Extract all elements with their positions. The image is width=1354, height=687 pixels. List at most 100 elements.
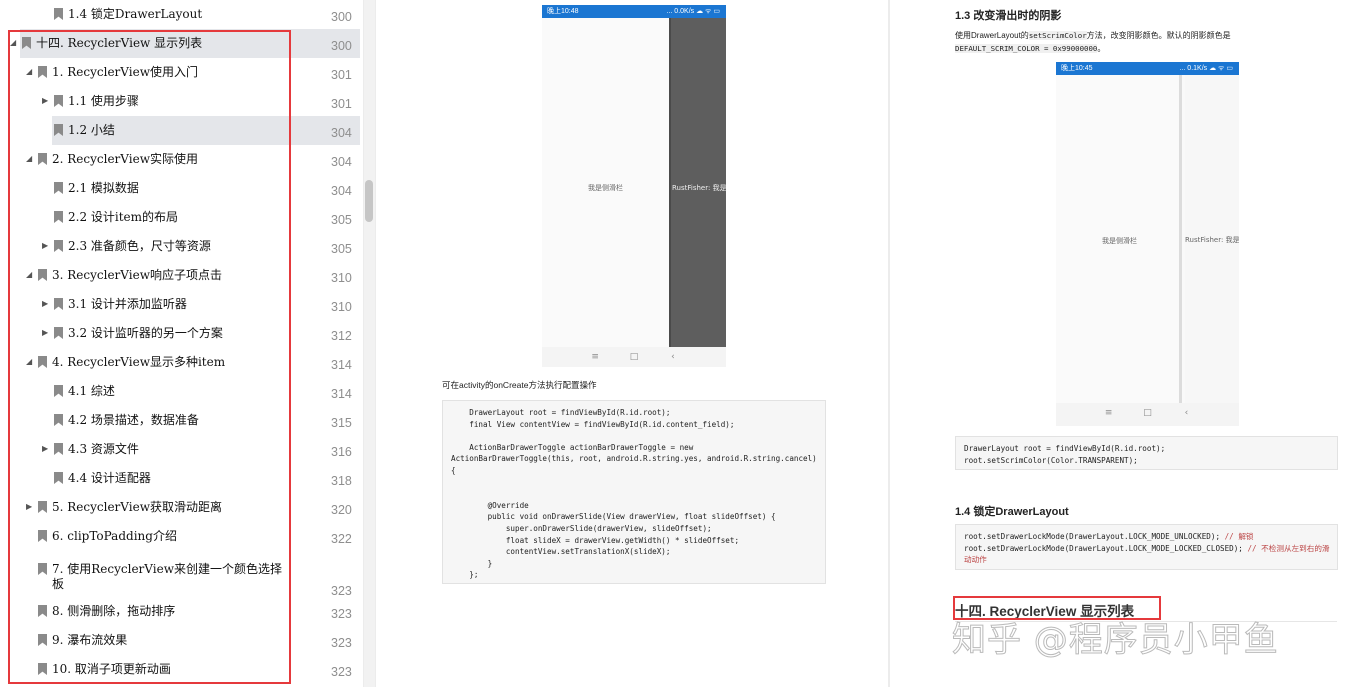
code-line: } xyxy=(451,558,493,568)
phone-status-bar: 晚上10:45 ... 0.1K/s ☁ ᯤ ▭ xyxy=(1056,62,1239,75)
outline-item-page: 312 xyxy=(331,329,352,343)
code-line: ActionBarDrawerToggle actionBarDrawerTog… xyxy=(451,442,694,452)
phone-content-text: RustFisher: 我是主 xyxy=(1185,236,1239,244)
outline-item[interactable]: ▶ 3.1 设计并添加监听器 310 xyxy=(0,290,360,319)
outline-item-page: 316 xyxy=(331,445,352,459)
outline-item[interactable]: 2.2 设计item的布局 305 xyxy=(0,203,360,232)
watermark-text: 知乎 @程序员小甲鱼 xyxy=(952,620,1279,661)
code-line: final View contentView = findViewById(R.… xyxy=(451,419,735,429)
expand-triangle-icon[interactable]: ◢ xyxy=(26,67,32,77)
outline-item-page: 323 xyxy=(331,665,352,679)
collapse-triangle-icon[interactable]: ▶ xyxy=(42,328,48,338)
outline-item-label: 4.2 场景描述，数据准备 xyxy=(68,413,199,427)
outline-item-label: 十四. RecyclerView 显示列表 xyxy=(36,36,203,50)
collapse-triangle-icon[interactable]: ▶ xyxy=(42,241,48,251)
outline-item[interactable]: 4.1 综述 314 xyxy=(0,377,360,406)
phone-time: 晚上10:45 xyxy=(1061,65,1093,72)
code-line: public void onDrawerSlide(View drawerVie… xyxy=(451,512,776,522)
outline-item-label: 4.1 综述 xyxy=(68,384,115,398)
outline-item[interactable]: ▶ 4.3 资源文件 316 xyxy=(0,435,360,464)
outline-item[interactable]: 4.4 设计适配器 318 xyxy=(0,464,360,493)
outline-item[interactable]: ▶ 3.2 设计监听器的另一个方案 312 xyxy=(0,319,360,348)
outline-item[interactable]: 4.2 场景描述，数据准备 315 xyxy=(0,406,360,435)
bookmark-icon xyxy=(54,472,63,484)
outline-item-page: 305 xyxy=(331,242,352,256)
outline-item-page: 323 xyxy=(331,584,352,598)
outline-item[interactable]: 1.4 锁定DrawerLayout 300 xyxy=(0,0,360,29)
expand-triangle-icon[interactable]: ◢ xyxy=(26,270,32,280)
outline-item[interactable]: 1.2 小结 304 xyxy=(52,116,360,145)
bookmark-icon xyxy=(38,356,47,368)
outline-scrollbar[interactable] xyxy=(364,0,375,687)
back-icon: ‹ xyxy=(671,352,675,362)
outline-item-page: 304 xyxy=(331,155,352,169)
caption-text: 可在activity的onCreate方法执行配置操作 xyxy=(442,380,597,390)
outline-item[interactable]: ◢ 3. RecyclerView响应子项点击 310 xyxy=(0,261,360,290)
outline-item[interactable]: 6. clipToPadding介绍 322 xyxy=(0,522,360,551)
code-line: super.onDrawerSlide(drawerView, slideOff… xyxy=(451,523,712,533)
outline-item-label: 5. RecyclerView获取滑动距离 xyxy=(52,500,222,514)
expand-triangle-icon[interactable]: ◢ xyxy=(10,38,16,48)
outline-item-page: 318 xyxy=(331,474,352,488)
outline-item-page: 301 xyxy=(331,97,352,111)
outline-item[interactable]: ◢ 2. RecyclerView实际使用 304 xyxy=(0,145,360,174)
outline-item[interactable]: ▶ 1.1 使用步骤 301 xyxy=(0,87,360,116)
inline-code: setScrimColor xyxy=(1028,31,1087,40)
home-icon: □ xyxy=(1143,408,1152,418)
outline-item-label: 2.2 设计item的布局 xyxy=(68,210,179,224)
phone-status-bar: 晚上10:48 ... 0.0K/s ☁ ᯤ ▭ xyxy=(542,5,726,18)
bookmark-icon xyxy=(22,37,31,49)
phone-nav-bar: ≡ □ ‹ xyxy=(1056,403,1239,426)
code-line: { xyxy=(451,465,456,475)
expand-triangle-icon[interactable]: ◢ xyxy=(26,357,32,367)
paragraph-text: 使用DrawerLayout的 xyxy=(955,31,1029,40)
bookmark-icon xyxy=(54,95,63,107)
collapse-triangle-icon[interactable]: ▶ xyxy=(42,444,48,454)
outline-item-label: 2.3 准备颜色，尺寸等资源 xyxy=(68,239,211,253)
outline-item[interactable]: 2.1 模拟数据 304 xyxy=(0,174,360,203)
code-block-lock-mode: root.setDrawerLockMode(DrawerLayout.LOCK… xyxy=(955,524,1338,570)
collapse-triangle-icon[interactable]: ▶ xyxy=(42,96,48,106)
inline-code: DEFAULT_SCRIM_COLOR = 0x99000000 xyxy=(955,44,1098,53)
outline-item[interactable]: ◢ 1. RecyclerView使用入门 301 xyxy=(0,58,360,87)
code-line: root.setScrimColor(Color.TRANSPARENT); xyxy=(964,455,1138,465)
collapse-triangle-icon[interactable]: ▶ xyxy=(42,299,48,309)
outline-item-page: 323 xyxy=(331,636,352,650)
code-line: DrawerLayout root = findViewById(R.id.ro… xyxy=(964,444,1166,453)
bookmark-icon xyxy=(38,66,47,78)
code-block-scrim: DrawerLayout root = findViewById(R.id.ro… xyxy=(955,436,1338,470)
outline-item-page: 301 xyxy=(331,68,352,82)
outline-item[interactable]: 9. 瀑布流效果 323 xyxy=(0,626,360,655)
outline-item-label: 9. 瀑布流效果 xyxy=(52,633,128,647)
bookmark-icon xyxy=(54,385,63,397)
outline-item[interactable]: ◢ 4. RecyclerView显示多种item 314 xyxy=(0,348,360,377)
code-line: float slideX = drawerView.getWidth() * s… xyxy=(451,535,740,545)
outline-item[interactable]: 7. 使用RecyclerView来创建一个颜色选择板 323 xyxy=(0,553,360,598)
collapse-triangle-icon[interactable]: ▶ xyxy=(26,502,32,512)
outline-item[interactable]: ◢ 十四. RecyclerView 显示列表 300 xyxy=(10,29,360,58)
code-block-drawer-toggle: DrawerLayout root = findViewById(R.id.ro… xyxy=(442,400,826,584)
pdf-reader-window: 1.4 锁定DrawerLayout 300 ◢ 十四. RecyclerView 显… xyxy=(0,0,1354,687)
bookmark-outline-panel[interactable]: 1.4 锁定DrawerLayout 300 ◢ 十四. RecyclerView 显… xyxy=(0,0,363,687)
outline-item-label: 2.1 模拟数据 xyxy=(68,181,139,195)
outline-item-label: 4.4 设计适配器 xyxy=(68,471,151,485)
outline-item-page: 320 xyxy=(331,503,352,517)
expand-triangle-icon[interactable]: ◢ xyxy=(26,154,32,164)
bookmark-icon xyxy=(54,298,63,310)
outline-item[interactable]: 8. 侧滑删除，拖动排序 323 xyxy=(0,597,360,626)
outline-item[interactable]: ▶ 5. RecyclerView获取滑动距离 320 xyxy=(0,493,360,522)
bookmark-icon xyxy=(38,501,47,513)
outline-item-label: 3. RecyclerView响应子项点击 xyxy=(52,268,222,282)
outline-scrollbar-thumb[interactable] xyxy=(365,180,373,222)
outline-item[interactable]: ▶ 2.3 准备颜色，尺寸等资源 305 xyxy=(0,232,360,261)
bookmark-icon xyxy=(54,443,63,455)
bookmark-icon xyxy=(38,269,47,281)
bookmark-icon xyxy=(38,634,47,646)
outline-item[interactable]: 10. 取消子项更新动画 323 xyxy=(0,655,360,684)
pdf-page-left: 晚上10:48 ... 0.0K/s ☁ ᯤ ▭ RustFisher: 我是主… xyxy=(376,0,888,687)
bookmark-icon xyxy=(54,8,63,20)
phone-time: 晚上10:48 xyxy=(547,8,579,15)
outline-item-label: 3.1 设计并添加监听器 xyxy=(68,297,187,311)
outline-item-label: 1. RecyclerView使用入门 xyxy=(52,65,198,79)
home-icon: □ xyxy=(629,352,639,362)
